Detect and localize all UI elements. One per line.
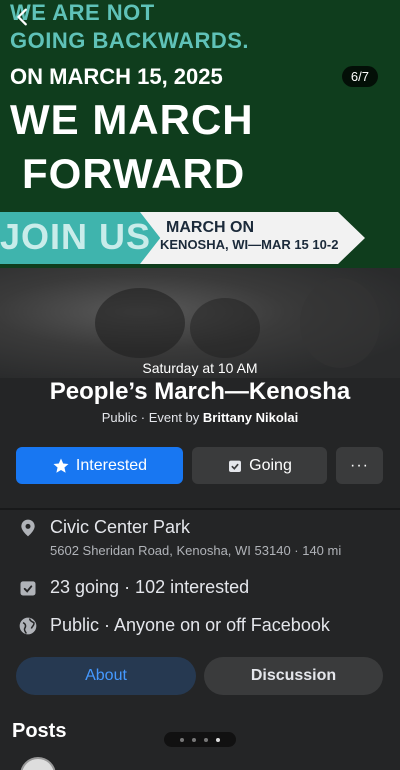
event-privacy-text: Public · Event by bbox=[101, 410, 203, 425]
cover-arrow-line1: MARCH ON bbox=[166, 219, 254, 236]
event-cover-image[interactable]: WE ARE NOT GOING BACKWARDS. ON MARCH 15,… bbox=[0, 0, 400, 268]
cover-arrow-line2: KENOSHA, WI—MAR 15 10-2 bbox=[160, 237, 339, 252]
tab-discussion-label: Discussion bbox=[250, 667, 337, 684]
post-author-avatar[interactable] bbox=[20, 757, 56, 770]
interested-button-label: Interested bbox=[75, 456, 148, 474]
photo-shape bbox=[300, 278, 380, 368]
page-indicator-dot-active bbox=[216, 737, 220, 742]
image-pager-badge: 6/7 bbox=[341, 66, 378, 87]
event-attendance[interactable]: 23 going · 102 interested bbox=[50, 577, 249, 598]
more-options-label: ··· bbox=[350, 456, 369, 474]
tab-about-label: About bbox=[85, 667, 127, 684]
page-indicator-dot bbox=[204, 737, 208, 742]
event-date: Saturday at 10 AM bbox=[142, 360, 258, 376]
tab-discussion[interactable]: Discussion bbox=[204, 657, 383, 695]
location-pin-icon bbox=[21, 519, 35, 537]
event-title: People’s March—Kenosha bbox=[49, 378, 351, 405]
more-options-button[interactable]: ··· bbox=[336, 447, 383, 484]
posts-heading: Posts bbox=[12, 720, 67, 742]
going-button[interactable]: Going bbox=[192, 447, 327, 484]
cover-text-line3: ON MARCH 15, 2025 bbox=[10, 64, 223, 89]
event-visibility: Public · Anyone on or off Facebook bbox=[50, 615, 330, 635]
cover-join-text: JOIN US bbox=[0, 216, 152, 257]
cover-arrow-banner: MARCH ON KENOSHA, WI—MAR 15 10-2 bbox=[140, 212, 365, 264]
event-location-name[interactable]: Civic Center Park bbox=[50, 517, 190, 538]
event-location-address: 5602 Sheridan Road, Kenosha, WI 53140 · … bbox=[50, 543, 342, 558]
calendar-icon bbox=[20, 581, 36, 596]
event-host-link[interactable]: Brittany Nikolai bbox=[203, 410, 298, 425]
page-indicator-dot bbox=[180, 737, 184, 742]
photo-shape bbox=[95, 288, 185, 358]
globe-icon bbox=[19, 617, 37, 635]
back-chevron-icon[interactable] bbox=[12, 6, 34, 28]
calendar-check-icon bbox=[229, 460, 242, 472]
star-icon bbox=[53, 458, 69, 473]
cover-text-line2: GOING BACKWARDS. bbox=[10, 28, 249, 53]
page-indicator bbox=[164, 732, 236, 747]
section-divider bbox=[0, 508, 400, 510]
going-button-label: Going bbox=[249, 456, 292, 474]
event-privacy-host: Public · Event by Brittany Nikolai bbox=[0, 410, 400, 425]
tab-about[interactable]: About bbox=[16, 657, 196, 695]
photo-shape bbox=[190, 298, 260, 358]
page-indicator-dot bbox=[192, 737, 196, 742]
cover-join-strip: JOIN US bbox=[0, 212, 170, 264]
interested-button[interactable]: Interested bbox=[16, 447, 183, 484]
cover-text-line4: WE MARCH bbox=[10, 96, 254, 143]
cover-text-line5: FORWARD bbox=[22, 150, 246, 197]
